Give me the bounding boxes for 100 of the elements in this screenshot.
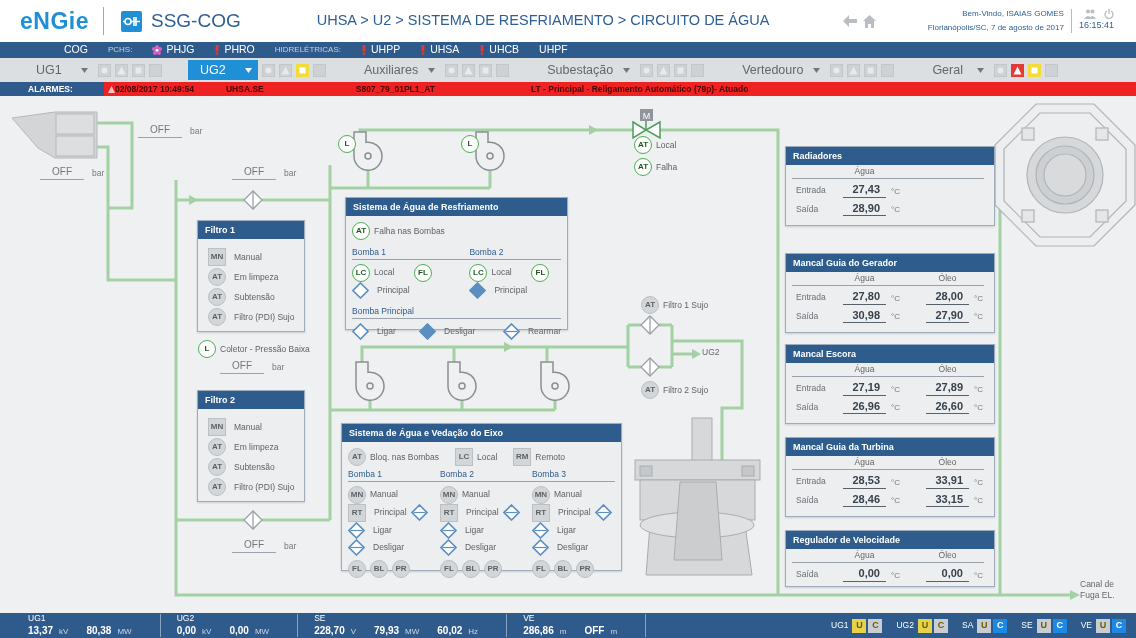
indicator-label: Principal bbox=[374, 506, 407, 520]
plant-link[interactable]: PHRO bbox=[214, 42, 255, 58]
panel-title: Sistema de Água de Resfriamento bbox=[346, 198, 567, 216]
panel-title: Mancal Guia do Gerador bbox=[786, 254, 994, 272]
unit-label: °C bbox=[973, 476, 984, 489]
plant-link[interactable]: UHPP bbox=[360, 42, 401, 58]
welcome-text: Bem-Vindo, ISAIAS GOMES bbox=[961, 8, 1064, 21]
location-date: Florianópolis/SC, 7 de agosto de 2017 bbox=[927, 22, 1064, 34]
mode-indicator: C bbox=[868, 618, 883, 633]
column-heading: Bomba 1 bbox=[348, 466, 440, 482]
unit-label: kV bbox=[202, 625, 212, 638]
status-indicator: BL bbox=[461, 559, 480, 578]
unit-tab[interactable]: UG1 bbox=[24, 60, 94, 80]
mode-indicator: U bbox=[917, 618, 932, 633]
plant-link[interactable]: UHCB bbox=[479, 42, 520, 58]
command-button[interactable]: Desligar bbox=[419, 322, 503, 340]
row-label: Saída bbox=[795, 202, 820, 216]
unit-label: °C bbox=[973, 383, 984, 396]
group-label: SE bbox=[314, 614, 327, 623]
unit-label: °C bbox=[890, 311, 901, 324]
status-indicator: PR bbox=[392, 559, 410, 578]
indicator-label: Manual bbox=[370, 488, 398, 502]
mode-label: SA bbox=[961, 619, 974, 632]
command-button[interactable]: Desligar bbox=[348, 538, 440, 556]
indicator-label: Falha nas Bombas bbox=[374, 224, 445, 238]
filter-icon bbox=[640, 315, 660, 335]
unit-tab[interactable]: Subestação bbox=[535, 60, 637, 80]
temperature-value: 0,00 bbox=[926, 566, 969, 582]
command-button[interactable]: Ligar bbox=[348, 521, 440, 539]
pump-icon bbox=[355, 361, 385, 401]
power-icon[interactable] bbox=[1104, 9, 1114, 20]
unit-label: °C bbox=[890, 476, 901, 489]
unit-label: V bbox=[350, 625, 357, 638]
unit-label: bar bbox=[190, 125, 203, 138]
alarm-bar[interactable]: 02/08/2017 10:49:54 UHSA.SE S807_79_01PL1_AT LT - Principal - Religamento Automático (79p)- Atuado bbox=[104, 82, 1136, 96]
plant-link[interactable]: UHSA bbox=[420, 42, 460, 58]
status-indicator: AT bbox=[208, 478, 226, 496]
group-label: UG1 bbox=[28, 614, 47, 623]
column-heading: Água bbox=[853, 272, 876, 285]
unit-label: kV bbox=[59, 625, 69, 638]
command-button[interactable]: Principal bbox=[469, 281, 528, 299]
unit-tab[interactable]: UG2 bbox=[188, 60, 258, 80]
users-icon[interactable] bbox=[1084, 9, 1096, 20]
alarm-description: LT - Principal - Religamento Automático (79p)- Atuado bbox=[530, 82, 749, 96]
command-button[interactable]: Principal bbox=[352, 281, 410, 299]
pump-icon bbox=[447, 361, 477, 401]
plant-link[interactable]: UHPF bbox=[539, 42, 568, 58]
diamond-icon[interactable] bbox=[502, 504, 520, 522]
indicator-label: Manual bbox=[234, 420, 262, 434]
filter-icon bbox=[243, 510, 263, 530]
mode-label: SE bbox=[1021, 619, 1033, 632]
unit-label: °C bbox=[973, 311, 984, 324]
diamond-icon[interactable] bbox=[594, 504, 612, 522]
column-heading: Bomba 2 bbox=[439, 466, 532, 482]
command-button[interactable]: Desligar bbox=[531, 538, 615, 556]
pressure-value: OFF bbox=[40, 164, 84, 180]
reading-value: 80,38 bbox=[86, 623, 112, 638]
nav-heading: PCHS: bbox=[107, 44, 133, 56]
command-button[interactable]: Ligar bbox=[352, 322, 420, 340]
mode-label: UG1 bbox=[831, 619, 849, 632]
plant-link[interactable]: PHJG bbox=[152, 42, 195, 58]
unit-tab[interactable]: Geral bbox=[920, 60, 991, 80]
status-indicator: AT bbox=[348, 448, 366, 466]
indicator-label: Filtro (PDI) Sujo bbox=[234, 310, 295, 324]
mode-label: VE bbox=[1080, 619, 1092, 632]
indicator-label: Principal bbox=[465, 506, 499, 520]
column-heading: Óleo bbox=[937, 549, 958, 562]
unit-tab[interactable]: Auxiliares bbox=[352, 60, 442, 80]
status-box-icon bbox=[149, 63, 162, 77]
status-indicator: AT bbox=[208, 288, 226, 306]
temperature-value: 26,60 bbox=[926, 399, 969, 415]
unit-label: MW bbox=[254, 625, 270, 638]
caret-icon bbox=[245, 67, 252, 73]
mode-indicator: C bbox=[1112, 618, 1126, 633]
unit-label: °C bbox=[890, 185, 901, 198]
nav-heading: HIDRELÉTRICAS: bbox=[274, 44, 341, 56]
valve-icon bbox=[632, 120, 661, 140]
command-button[interactable]: Ligar bbox=[439, 521, 532, 539]
group-label: UG2 bbox=[176, 614, 196, 623]
mode-label: UG2 bbox=[896, 619, 914, 632]
back-arrow-icon[interactable] bbox=[842, 15, 857, 27]
unit-label: °C bbox=[973, 292, 984, 305]
reading-value: 60,02 bbox=[437, 623, 463, 638]
temperature-value: 33,15 bbox=[926, 492, 969, 508]
caret-icon bbox=[81, 67, 88, 73]
alarm-heading: ALARMES: bbox=[28, 82, 73, 96]
home-icon[interactable] bbox=[862, 14, 876, 28]
command-button[interactable]: Ligar bbox=[531, 521, 615, 539]
pressure-value: OFF bbox=[232, 537, 276, 553]
nav-link[interactable]: COG bbox=[64, 42, 88, 58]
panel-title: Filtro 2 bbox=[198, 391, 304, 409]
filter-icon bbox=[640, 357, 660, 377]
clock-time: 16:15:41 bbox=[1078, 19, 1114, 33]
unit-tab[interactable]: Vertedouro bbox=[730, 60, 827, 80]
command-button[interactable]: Desligar bbox=[439, 538, 532, 556]
command-button[interactable]: Rearmar bbox=[502, 322, 561, 340]
unit-label: Hz bbox=[468, 625, 479, 638]
unit-label: °C bbox=[973, 402, 984, 415]
diamond-icon[interactable] bbox=[410, 504, 428, 522]
alarm-source: UHSA.SE bbox=[225, 82, 264, 96]
